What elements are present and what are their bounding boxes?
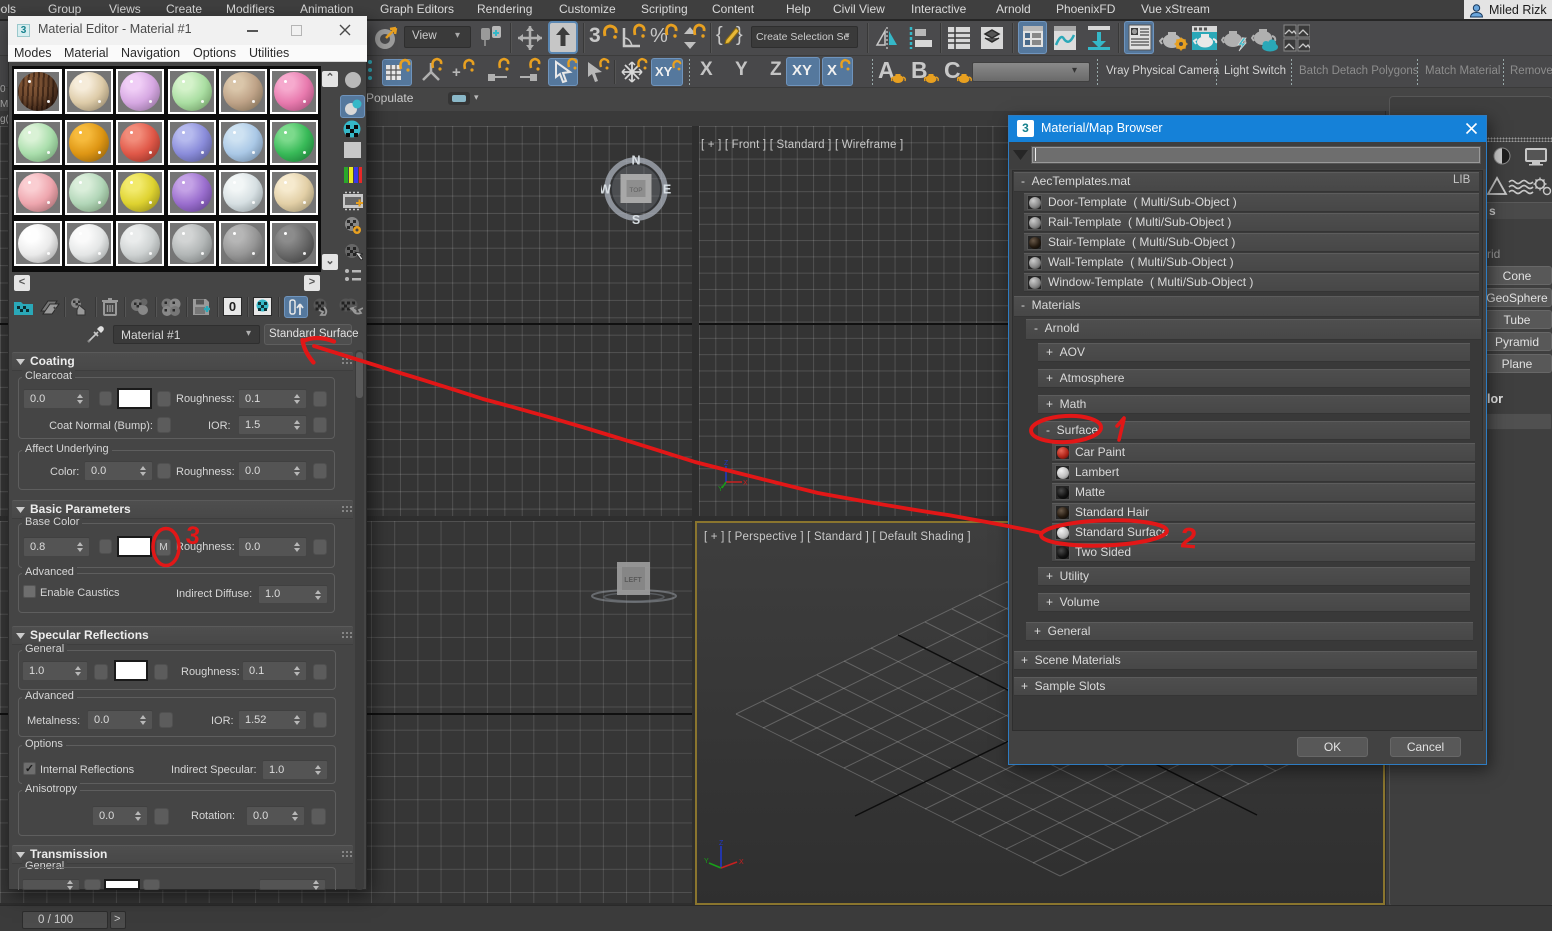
svg-text:3: 3 (184, 521, 201, 550)
svg-text:2: 2 (1179, 522, 1198, 555)
